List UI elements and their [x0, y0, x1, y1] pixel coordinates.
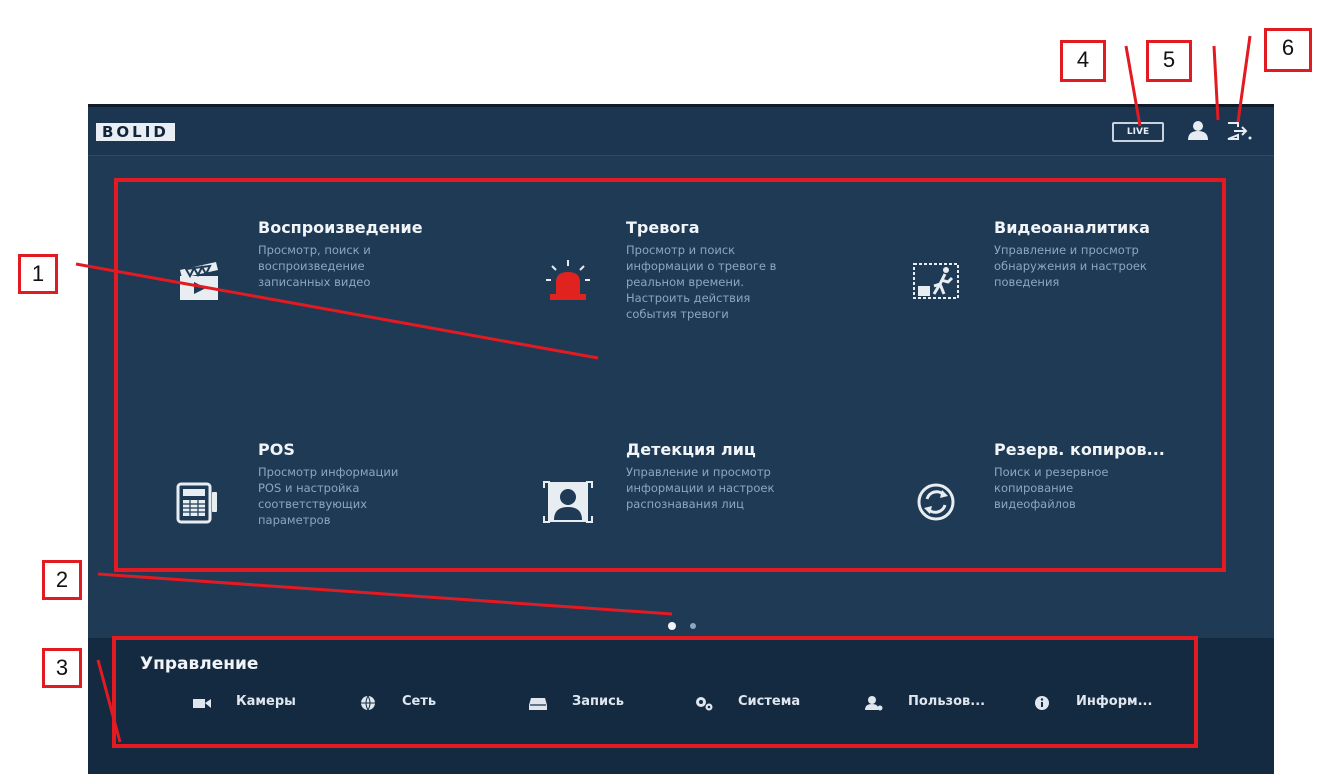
annotation-label-5: 5	[1146, 40, 1192, 82]
annotation-label-2: 2	[42, 560, 82, 600]
annotation-leader-lines	[75, 35, 1252, 743]
annotation-label-1: 1	[18, 254, 58, 294]
annotation-label-4: 4	[1060, 40, 1106, 82]
annotation-label-3: 3	[42, 648, 82, 688]
annotation-label-6: 6	[1264, 28, 1312, 72]
